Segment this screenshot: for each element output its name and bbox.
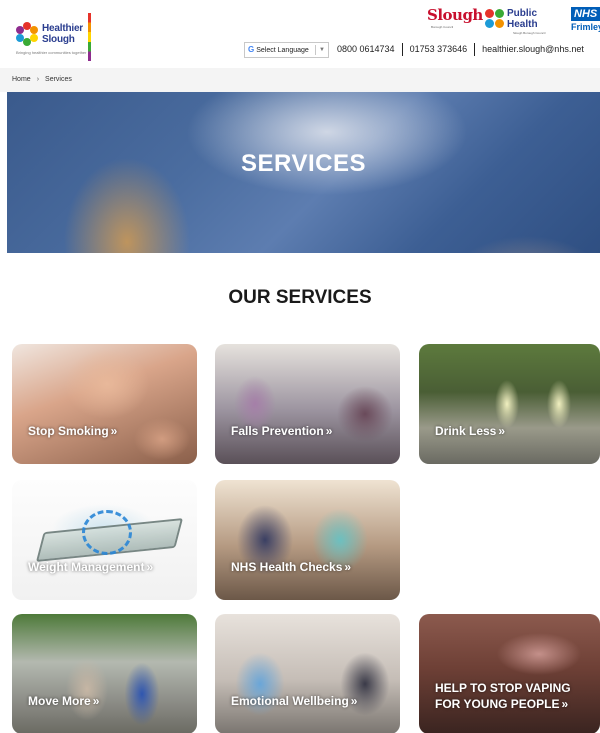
breadcrumb-home-link[interactable]: Home <box>12 76 31 83</box>
public-health-text: Public Health <box>507 8 538 30</box>
chevron-right-icon: » <box>92 694 100 708</box>
service-card-label: NHS Health Checks» <box>231 560 352 574</box>
logo-text-line2: Slough <box>42 34 75 45</box>
service-card-label: Stop Smoking» <box>28 424 118 438</box>
public-health-circles-icon <box>485 9 505 29</box>
chevron-right-icon: » <box>110 424 118 438</box>
service-card-drink-less[interactable]: Drink Less» <box>419 344 600 464</box>
service-card-label: Emotional Wellbeing» <box>231 694 358 708</box>
service-card-label: Drink Less» <box>435 424 506 438</box>
google-g-icon: G <box>248 45 255 54</box>
public-health-line1: Public <box>507 8 538 19</box>
breadcrumb: Home › Services <box>0 68 600 92</box>
service-card-stop-smoking[interactable]: Stop Smoking» <box>12 344 197 464</box>
phone-link-2[interactable]: 01753 373646 <box>410 44 468 54</box>
logo-tagline: Bringing healthier communities together <box>16 50 87 55</box>
breadcrumb-separator: › <box>36 76 40 83</box>
chevron-right-icon: » <box>146 560 154 574</box>
chevron-right-icon: » <box>325 424 333 438</box>
service-card-label: HELP TO STOP VAPING FOR YOUNG PEOPLE» <box>435 681 571 711</box>
flower-logo-icon <box>16 22 38 46</box>
section-title: OUR SERVICES <box>228 287 372 308</box>
contact-divider <box>474 43 476 56</box>
contact-divider <box>401 43 403 56</box>
slough-logo-subtext: Borough Council <box>431 25 454 29</box>
language-selector-label: Select Language <box>256 47 309 54</box>
logo-color-bar <box>88 13 91 61</box>
service-card-label: Move More» <box>28 694 100 708</box>
service-card-move-more[interactable]: Move More» <box>12 614 197 733</box>
service-card-emotional-wellbeing[interactable]: Emotional Wellbeing» <box>215 614 400 733</box>
contact-bar: 0800 0614734 01753 373646 healthier.slough… <box>337 43 584 56</box>
service-card-label: Falls Prevention» <box>231 424 333 438</box>
language-selector-divider <box>315 45 316 55</box>
service-card-label: Weight Management» <box>28 560 154 574</box>
service-card-weight-management[interactable]: Weight Management» <box>12 480 197 600</box>
service-card-falls-prevention[interactable]: Falls Prevention» <box>215 344 400 464</box>
logo-text-line1: Healthier <box>42 23 83 34</box>
chevron-right-icon: » <box>498 424 506 438</box>
hero-banner: SERVICES <box>7 92 600 253</box>
chevron-right-icon: » <box>561 697 569 711</box>
public-health-line2: Health <box>507 19 538 30</box>
service-card-stop-vaping-young-people[interactable]: HELP TO STOP VAPING FOR YOUNG PEOPLE» <box>419 614 600 733</box>
service-card-nhs-health-checks[interactable]: NHS Health Checks» <box>215 480 400 600</box>
nhs-badge: NHS <box>571 7 600 21</box>
frimley-text: Frimley <box>571 22 600 32</box>
public-health-subtext: Slough Borough Council <box>513 31 546 35</box>
page-title: SERVICES <box>241 150 366 177</box>
site-header: Healthier Slough Bringing healthier comm… <box>0 0 600 68</box>
email-link[interactable]: healthier.slough@nhs.net <box>482 44 584 54</box>
chevron-right-icon: » <box>350 694 358 708</box>
phone-link-1[interactable]: 0800 0614734 <box>337 44 395 54</box>
slough-logo-text: Slough <box>427 6 483 24</box>
measuring-tape-image <box>82 510 132 555</box>
dropdown-arrow-icon: ▼ <box>319 47 325 53</box>
chevron-right-icon: » <box>344 560 352 574</box>
breadcrumb-current: Services <box>45 76 72 83</box>
language-selector[interactable]: G Select Language ▼ <box>244 42 329 58</box>
healthier-slough-logo[interactable]: Healthier Slough Bringing healthier comm… <box>14 13 92 61</box>
